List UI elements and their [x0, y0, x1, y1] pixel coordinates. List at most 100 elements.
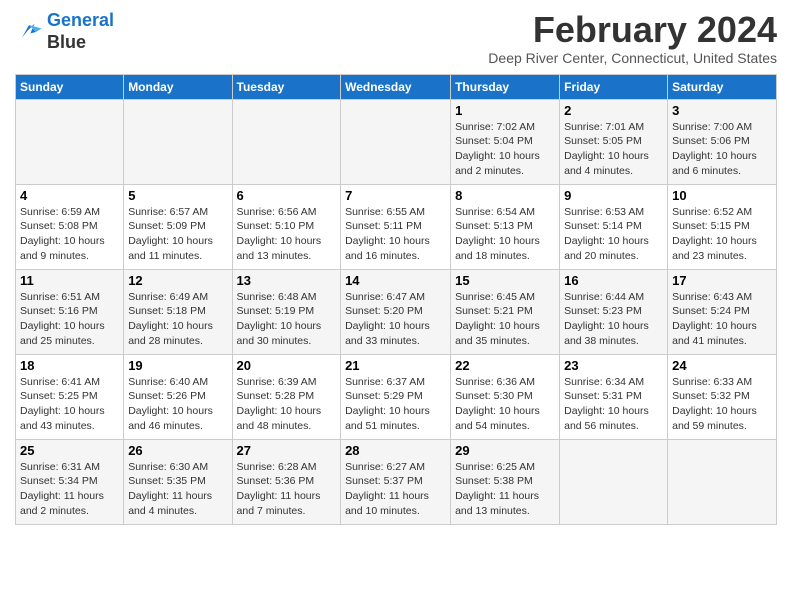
day-info: Sunrise: 6:39 AM Sunset: 5:28 PM Dayligh…: [237, 375, 337, 434]
calendar-cell: 8Sunrise: 6:54 AM Sunset: 5:13 PM Daylig…: [451, 184, 560, 269]
calendar-cell: 1 Sunrise: 7:02 AM Sunset: 5:04 PM Daylig…: [451, 99, 560, 184]
day-info: Sunrise: 6:53 AM Sunset: 5:14 PM Dayligh…: [564, 205, 663, 264]
day-info: Sunrise: 6:47 AM Sunset: 5:20 PM Dayligh…: [345, 290, 446, 349]
calendar-cell: 4 Sunrise: 6:59 AM Sunset: 5:08 PM Daylig…: [16, 184, 124, 269]
calendar-table: SundayMondayTuesdayWednesdayThursdayFrid…: [15, 74, 777, 525]
day-number: 13: [237, 273, 337, 288]
calendar-cell: [232, 99, 341, 184]
day-info: Sunrise: 6:41 AM Sunset: 5:25 PM Dayligh…: [20, 375, 119, 434]
day-info: Sunrise: 6:48 AM Sunset: 5:19 PM Dayligh…: [237, 290, 337, 349]
day-number: 5: [128, 188, 227, 203]
calendar-cell: 22 Sunrise: 6:36 AM Sunset: 5:30 PM Dayli…: [451, 354, 560, 439]
day-number: 2: [564, 103, 663, 118]
calendar-cell: 3 Sunrise: 7:00 AM Sunset: 5:06 PM Daylig…: [668, 99, 777, 184]
calendar-cell: 6Sunrise: 6:56 AM Sunset: 5:10 PM Daylig…: [232, 184, 341, 269]
month-title: February 2024: [488, 10, 777, 50]
logo: General Blue: [15, 10, 114, 53]
calendar-cell: 26Sunrise: 6:30 AM Sunset: 5:35 PM Dayli…: [124, 439, 232, 524]
calendar-cell: 15 Sunrise: 6:45 AM Sunset: 5:21 PM Dayli…: [451, 269, 560, 354]
calendar-cell: 29 Sunrise: 6:25 AM Sunset: 5:38 PM Dayli…: [451, 439, 560, 524]
day-info: Sunrise: 6:55 AM Sunset: 5:11 PM Dayligh…: [345, 205, 446, 264]
calendar-cell: 10 Sunrise: 6:52 AM Sunset: 5:15 PM Dayli…: [668, 184, 777, 269]
calendar-cell: 18 Sunrise: 6:41 AM Sunset: 5:25 PM Dayli…: [16, 354, 124, 439]
calendar-cell: [341, 99, 451, 184]
day-info: Sunrise: 6:49 AM Sunset: 5:18 PM Dayligh…: [128, 290, 227, 349]
calendar-cell: 19 Sunrise: 6:40 AM Sunset: 5:26 PM Dayli…: [124, 354, 232, 439]
day-number: 17: [672, 273, 772, 288]
day-number: 14: [345, 273, 446, 288]
day-info: Sunrise: 6:59 AM Sunset: 5:08 PM Dayligh…: [20, 205, 119, 264]
day-number: 10: [672, 188, 772, 203]
calendar-cell: 14 Sunrise: 6:47 AM Sunset: 5:20 PM Dayli…: [341, 269, 451, 354]
day-info: Sunrise: 6:56 AM Sunset: 5:10 PM Dayligh…: [237, 205, 337, 264]
calendar-cell: 2 Sunrise: 7:01 AM Sunset: 5:05 PM Daylig…: [560, 99, 668, 184]
calendar-header-row: SundayMondayTuesdayWednesdayThursdayFrid…: [16, 74, 777, 99]
day-info: Sunrise: 6:40 AM Sunset: 5:26 PM Dayligh…: [128, 375, 227, 434]
day-number: 29: [455, 443, 555, 458]
day-info: Sunrise: 6:43 AM Sunset: 5:24 PM Dayligh…: [672, 290, 772, 349]
day-info: Sunrise: 7:02 AM Sunset: 5:04 PM Dayligh…: [455, 120, 555, 179]
day-info: Sunrise: 6:31 AM Sunset: 5:34 PM Dayligh…: [20, 460, 119, 519]
day-number: 22: [455, 358, 555, 373]
day-number: 19: [128, 358, 227, 373]
day-number: 23: [564, 358, 663, 373]
day-info: Sunrise: 6:54 AM Sunset: 5:13 PM Dayligh…: [455, 205, 555, 264]
calendar-cell: 5 Sunrise: 6:57 AM Sunset: 5:09 PM Daylig…: [124, 184, 232, 269]
day-info: Sunrise: 6:37 AM Sunset: 5:29 PM Dayligh…: [345, 375, 446, 434]
calendar-week-row: 1 Sunrise: 7:02 AM Sunset: 5:04 PM Daylig…: [16, 99, 777, 184]
calendar-week-row: 25 Sunrise: 6:31 AM Sunset: 5:34 PM Dayli…: [16, 439, 777, 524]
day-number: 11: [20, 273, 119, 288]
day-number: 26: [128, 443, 227, 458]
day-number: 7: [345, 188, 446, 203]
day-number: 24: [672, 358, 772, 373]
day-info: Sunrise: 7:00 AM Sunset: 5:06 PM Dayligh…: [672, 120, 772, 179]
day-info: Sunrise: 6:27 AM Sunset: 5:37 PM Dayligh…: [345, 460, 446, 519]
calendar-week-row: 11Sunrise: 6:51 AM Sunset: 5:16 PM Dayli…: [16, 269, 777, 354]
location: Deep River Center, Connecticut, United S…: [488, 50, 777, 66]
day-info: Sunrise: 6:36 AM Sunset: 5:30 PM Dayligh…: [455, 375, 555, 434]
weekday-header-tuesday: Tuesday: [232, 74, 341, 99]
calendar-cell: 23 Sunrise: 6:34 AM Sunset: 5:31 PM Dayli…: [560, 354, 668, 439]
calendar-cell: 13 Sunrise: 6:48 AM Sunset: 5:19 PM Dayli…: [232, 269, 341, 354]
day-number: 25: [20, 443, 119, 458]
weekday-header-monday: Monday: [124, 74, 232, 99]
day-number: 18: [20, 358, 119, 373]
calendar-cell: 12 Sunrise: 6:49 AM Sunset: 5:18 PM Dayli…: [124, 269, 232, 354]
weekday-header-sunday: Sunday: [16, 74, 124, 99]
day-info: Sunrise: 6:57 AM Sunset: 5:09 PM Dayligh…: [128, 205, 227, 264]
day-info: Sunrise: 6:28 AM Sunset: 5:36 PM Dayligh…: [237, 460, 337, 519]
day-info: Sunrise: 7:01 AM Sunset: 5:05 PM Dayligh…: [564, 120, 663, 179]
day-info: Sunrise: 6:25 AM Sunset: 5:38 PM Dayligh…: [455, 460, 555, 519]
day-info: Sunrise: 6:52 AM Sunset: 5:15 PM Dayligh…: [672, 205, 772, 264]
calendar-cell: [16, 99, 124, 184]
day-number: 16: [564, 273, 663, 288]
weekday-header-wednesday: Wednesday: [341, 74, 451, 99]
calendar-cell: 24 Sunrise: 6:33 AM Sunset: 5:32 PM Dayli…: [668, 354, 777, 439]
day-number: 20: [237, 358, 337, 373]
day-number: 15: [455, 273, 555, 288]
calendar-cell: [124, 99, 232, 184]
day-number: 1: [455, 103, 555, 118]
weekday-header-thursday: Thursday: [451, 74, 560, 99]
calendar-cell: 7 Sunrise: 6:55 AM Sunset: 5:11 PM Daylig…: [341, 184, 451, 269]
calendar-cell: 17 Sunrise: 6:43 AM Sunset: 5:24 PM Dayli…: [668, 269, 777, 354]
day-info: Sunrise: 6:33 AM Sunset: 5:32 PM Dayligh…: [672, 375, 772, 434]
calendar-cell: 11Sunrise: 6:51 AM Sunset: 5:16 PM Dayli…: [16, 269, 124, 354]
day-number: 27: [237, 443, 337, 458]
calendar-cell: [560, 439, 668, 524]
logo-text: General Blue: [47, 10, 114, 53]
day-info: Sunrise: 6:34 AM Sunset: 5:31 PM Dayligh…: [564, 375, 663, 434]
calendar-week-row: 4 Sunrise: 6:59 AM Sunset: 5:08 PM Daylig…: [16, 184, 777, 269]
weekday-header-friday: Friday: [560, 74, 668, 99]
calendar-cell: 20 Sunrise: 6:39 AM Sunset: 5:28 PM Dayli…: [232, 354, 341, 439]
calendar-cell: 21Sunrise: 6:37 AM Sunset: 5:29 PM Dayli…: [341, 354, 451, 439]
day-info: Sunrise: 6:45 AM Sunset: 5:21 PM Dayligh…: [455, 290, 555, 349]
calendar-body: 1 Sunrise: 7:02 AM Sunset: 5:04 PM Daylig…: [16, 99, 777, 524]
day-number: 12: [128, 273, 227, 288]
day-number: 28: [345, 443, 446, 458]
calendar-cell: 16 Sunrise: 6:44 AM Sunset: 5:23 PM Dayli…: [560, 269, 668, 354]
day-info: Sunrise: 6:44 AM Sunset: 5:23 PM Dayligh…: [564, 290, 663, 349]
day-number: 3: [672, 103, 772, 118]
day-number: 4: [20, 188, 119, 203]
day-number: 9: [564, 188, 663, 203]
